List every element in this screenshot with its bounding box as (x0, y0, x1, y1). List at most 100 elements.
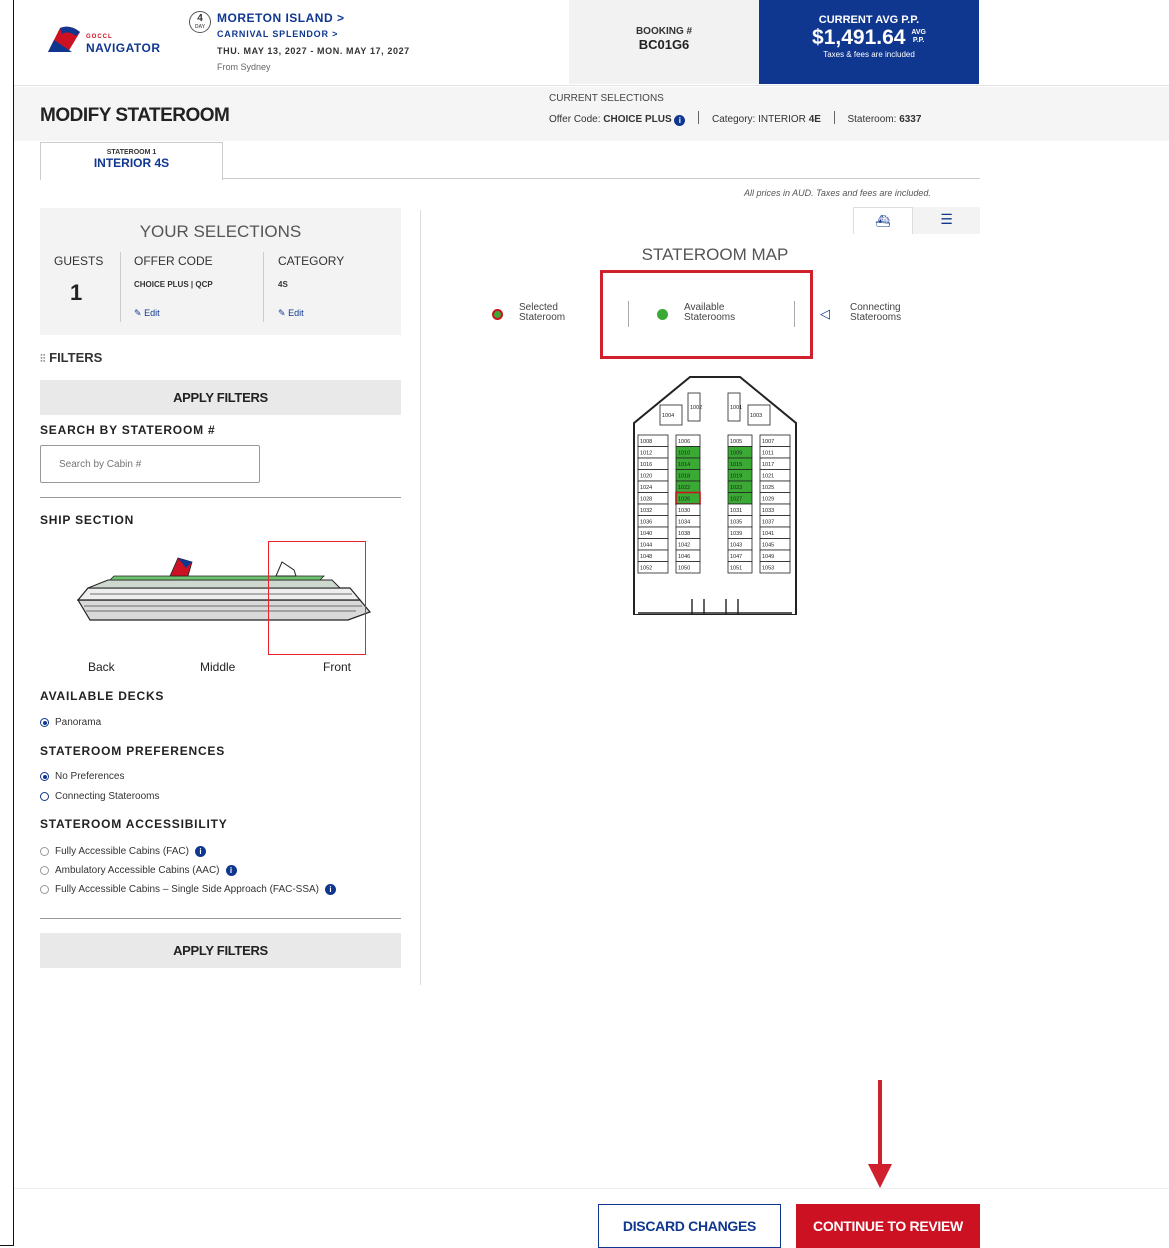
cabin-number: 1029 (762, 496, 774, 502)
preference-no-preferences[interactable]: No Preferences (40, 771, 124, 782)
day-count-badge: 4 DAY (189, 11, 211, 33)
cabin-number: 1046 (678, 554, 690, 560)
selected-stateroom-legend-icon (492, 309, 503, 320)
cabin-number: 1021 (762, 473, 774, 479)
category-value: 4E (808, 114, 821, 125)
your-selections-title: YOUR SELECTIONS (139, 222, 302, 241)
info-icon[interactable]: i (325, 884, 337, 895)
cabin-number: 1042 (678, 542, 690, 548)
guests-value: 1 (70, 280, 83, 305)
legend-selected-line2: Stateroom (519, 312, 566, 323)
accessibility-aac[interactable]: Ambulatory Accessible Cabins (AAC) i (40, 865, 237, 876)
cabin-number: 1026 (678, 496, 690, 502)
section-back[interactable]: Back (88, 660, 115, 674)
cabin-number: 1033 (762, 508, 774, 514)
apply-filters-button[interactable]: APPLY FILTERS (40, 380, 401, 415)
stateroom-preferences-heading: STATEROOM PREFERENCES (40, 744, 226, 758)
list-icon: ☰ (940, 211, 953, 227)
cabin-number: 1048 (640, 554, 652, 560)
modify-stateroom-bar: MODIFY STATEROOM CURRENT SELECTIONS Offe… (14, 87, 1169, 141)
cabin-number: 1037 (762, 519, 774, 525)
page: GOCCL NAVIGATOR 4 DAY MORETON ISLAND > C… (0, 0, 1169, 1248)
accessibility-label: Fully Accessible Cabins (FAC) (55, 846, 189, 857)
deck-option-panorama[interactable]: Panorama (40, 717, 101, 728)
cabin-number: 1034 (678, 519, 690, 525)
departure-port: From Sydney (217, 62, 271, 72)
ship-name-link[interactable]: CARNIVAL SPLENDOR > (217, 29, 338, 39)
category-text: INTERIOR (758, 114, 806, 125)
cabin-number: 1045 (762, 542, 774, 548)
cabin-number: 1050 (678, 565, 690, 571)
legend-connecting-line2: Staterooms (850, 312, 902, 323)
cabin-number: 1030 (678, 508, 690, 514)
carnival-funnel-icon (48, 26, 80, 52)
list-view-button[interactable]: ☰ (913, 207, 980, 234)
cabin-number: 1028 (640, 496, 652, 502)
cabin-number: 1008 (640, 439, 652, 445)
preference-connecting[interactable]: Connecting Staterooms (40, 791, 160, 802)
cabin-number: 1014 (678, 462, 690, 468)
cabin-number: 1038 (678, 531, 690, 537)
cabin-number: 1017 (762, 462, 774, 468)
divider (120, 252, 121, 322)
stateroom-label: Stateroom: (847, 114, 897, 125)
cabin-number: 1015 (730, 462, 742, 468)
guests-label: GUESTS (54, 254, 104, 268)
cabin-number: 1002 (690, 405, 702, 411)
tab-baseline (223, 178, 980, 179)
section-middle[interactable]: Middle (200, 660, 235, 674)
stateroom-accessibility-heading: STATEROOM ACCESSIBILITY (40, 817, 228, 831)
edit-offer-code-link[interactable]: ✎ Edit (134, 308, 160, 319)
cabin-number: 1004 (662, 413, 674, 419)
discard-changes-button[interactable]: DISCARD CHANGES (598, 1204, 781, 1248)
tab-stateroom-number: STATEROOM 1 (106, 149, 157, 156)
cabin-number: 1018 (678, 473, 690, 479)
filters-heading: ⫶⫶ FILTERS (40, 350, 102, 366)
cabin-number: 1019 (730, 473, 742, 479)
day-count: 4 (197, 13, 203, 24)
accessibility-fac-ssa[interactable]: Fully Accessible Cabins – Single Side Ap… (40, 884, 337, 895)
page-title: MODIFY STATEROOM (40, 105, 230, 126)
legend-connecting: Connecting Staterooms (850, 303, 901, 323)
info-icon[interactable]: i (194, 846, 206, 857)
cabin-number: 1047 (730, 554, 742, 560)
cabin-number: 1044 (640, 542, 652, 548)
info-icon[interactable]: i (225, 865, 237, 876)
navigator-logo[interactable]: GOCCL NAVIGATOR (46, 22, 166, 62)
cabin-number: 1003 (750, 413, 762, 419)
cabin-search-input[interactable] (40, 445, 260, 483)
booking-number: BC01G6 (638, 37, 690, 52)
radio-icon (40, 847, 49, 856)
category-label: CATEGORY (278, 254, 345, 268)
info-icon[interactable]: i (674, 115, 686, 126)
cabin-number: 1041 (762, 531, 774, 537)
top-header: GOCCL NAVIGATOR 4 DAY MORETON ISLAND > C… (14, 0, 1169, 86)
cabin-number: 1006 (678, 439, 690, 445)
divider (263, 252, 264, 322)
down-arrow-annotation-icon (868, 1080, 892, 1188)
pencil-icon: ✎ (134, 308, 142, 318)
section-front[interactable]: Front (323, 660, 351, 674)
cabin-number: 1049 (762, 554, 774, 560)
prices-currency-note: All prices in AUD. Taxes and fees are in… (744, 188, 931, 198)
your-selections-panel: YOUR SELECTIONS GUESTS 1 OFFER CODE CHOI… (40, 208, 401, 335)
edit-category-link[interactable]: ✎ Edit (278, 308, 304, 319)
ship-map-view-button[interactable]: ⛴ (853, 207, 913, 234)
cabin-number: 1039 (730, 531, 742, 537)
price-suffix-avg: AVG (911, 29, 926, 36)
radio-icon (40, 866, 49, 875)
tab-stateroom-1[interactable]: STATEROOM 1 INTERIOR 4S (40, 142, 223, 180)
cabin-number: 1020 (640, 473, 652, 479)
apply-filters-button-bottom[interactable]: APPLY FILTERS (40, 933, 401, 968)
accessibility-fac[interactable]: Fully Accessible Cabins (FAC) i (40, 846, 206, 857)
preference-label: Connecting Staterooms (55, 791, 160, 802)
trip-title-link[interactable]: MORETON ISLAND > (217, 11, 344, 25)
booking-label: BOOKING # (635, 26, 693, 37)
accessibility-label: Fully Accessible Cabins – Single Side Ap… (55, 884, 320, 895)
stateroom-value: 6337 (899, 114, 922, 125)
day-label: DAY (194, 24, 206, 30)
continue-to-review-button[interactable]: CONTINUE TO REVIEW (796, 1204, 980, 1248)
logo-text: NAVIGATOR (86, 41, 161, 55)
cabin-number: 1012 (640, 450, 652, 456)
cabin-number: 1022 (678, 485, 690, 491)
